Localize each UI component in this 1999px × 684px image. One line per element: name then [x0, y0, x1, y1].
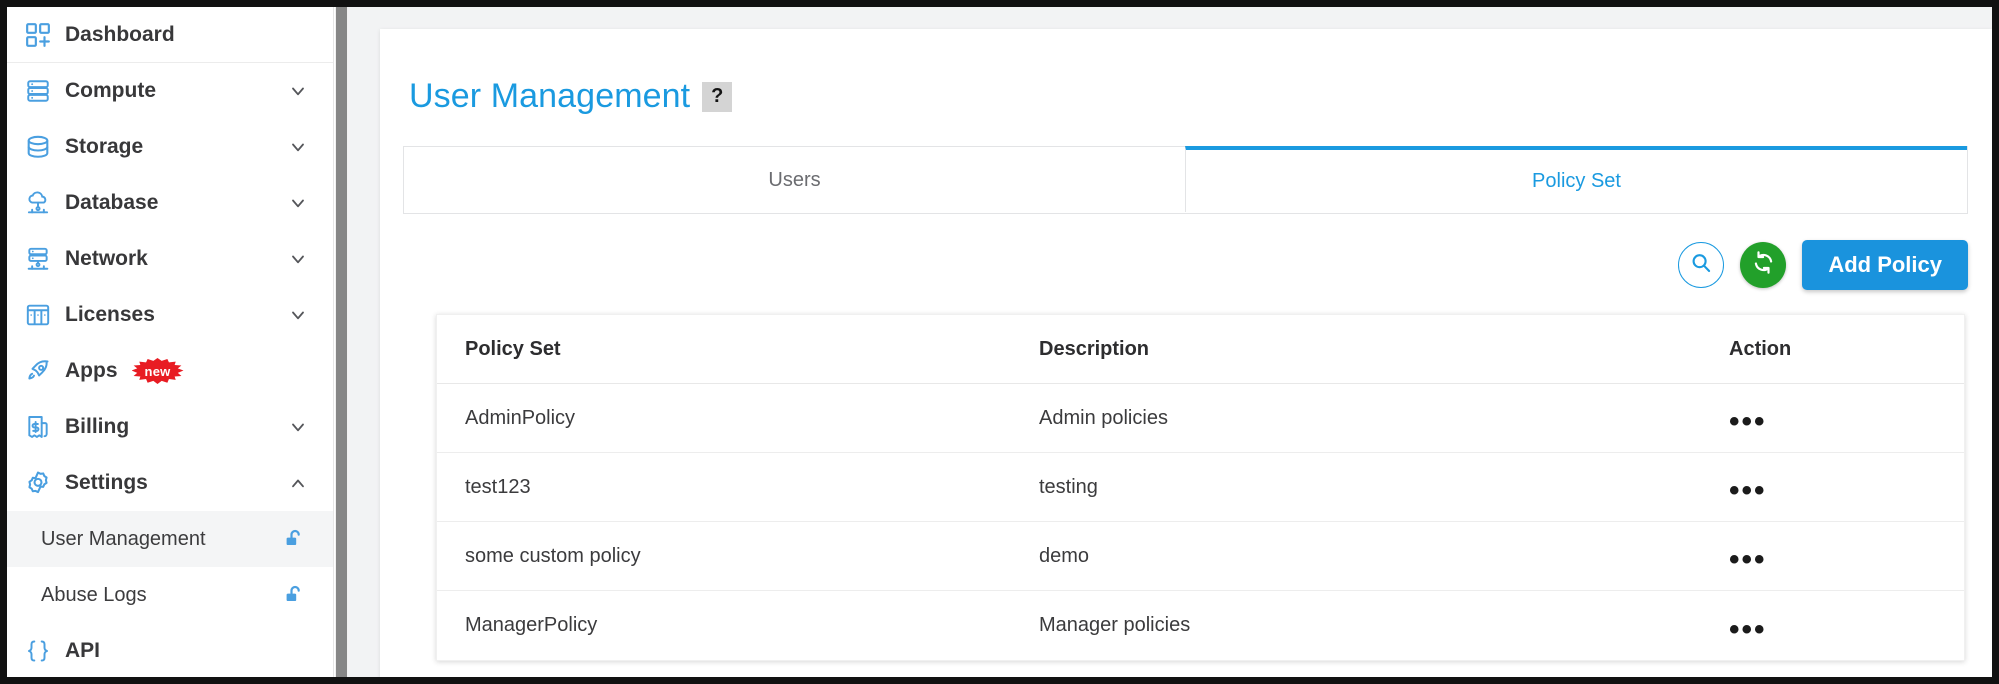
chevron-down-icon[interactable]: [287, 248, 309, 270]
badge-label: new: [144, 363, 171, 379]
sidebar-item-label: Apps: [65, 359, 118, 382]
sidebar-item-network[interactable]: Network: [7, 231, 333, 287]
cell-policy-set: test123: [465, 475, 531, 498]
cell-description: testing: [1039, 475, 1098, 498]
cell-description: demo: [1039, 544, 1090, 567]
sidebar-item-licenses[interactable]: Licenses: [7, 287, 333, 343]
refresh-icon: [1751, 250, 1776, 280]
tab-label: Policy Set: [1532, 169, 1621, 192]
cell-policy-set: AdminPolicy: [465, 406, 576, 429]
curly-braces-icon: [21, 636, 55, 666]
page-card: User Management ? Users Policy Set Add P…: [380, 29, 1992, 677]
table-row[interactable]: ManagerPolicy Manager policies •••: [437, 591, 1964, 660]
sidebar-subitem-label: Abuse Logs: [41, 583, 147, 606]
row-actions-menu-icon[interactable]: •••: [1729, 545, 1767, 575]
unlock-icon: [281, 582, 309, 608]
sidebar-subitem-label: User Management: [41, 527, 206, 550]
row-actions-menu-icon[interactable]: •••: [1729, 476, 1767, 506]
sidebar-item-user-management[interactable]: User Management: [7, 511, 333, 567]
sidebar-item-label: Storage: [65, 135, 144, 158]
policy-set-table: Policy Set Description Action AdminPolic…: [436, 314, 1965, 661]
server-stack-icon: [21, 76, 55, 106]
chevron-down-icon[interactable]: [287, 192, 309, 214]
sidebar-item-api[interactable]: API: [7, 623, 333, 677]
license-grid-icon: [21, 300, 55, 330]
billing-invoice-icon: [21, 412, 55, 442]
sidebar-item-abuse-logs[interactable]: Abuse Logs: [7, 567, 333, 623]
column-header-action: Action: [1729, 337, 1792, 360]
cell-action: •••: [1667, 614, 1964, 644]
main-content: User Management ? Users Policy Set Add P…: [348, 7, 1992, 677]
column-header-action-cell: Action: [1667, 338, 1964, 361]
dashboard-add-icon: [21, 20, 55, 50]
tab-label: Users: [768, 168, 821, 191]
page-title: User Management: [409, 77, 691, 115]
unlock-icon: [281, 526, 309, 552]
sidebar-item-label: Dashboard: [65, 22, 175, 46]
sidebar: Dashboard Compute Storage Database Netwo…: [7, 7, 334, 677]
sidebar-item-settings[interactable]: Settings: [7, 455, 333, 511]
cell-policy-set: ManagerPolicy: [465, 614, 598, 636]
help-icon[interactable]: ?: [702, 81, 733, 112]
rocket-icon: [21, 356, 55, 386]
sidebar-item-label: Network: [65, 247, 148, 270]
cell-description: Manager policies: [1039, 614, 1191, 636]
app-window: Dashboard Compute Storage Database Netwo…: [0, 0, 1999, 684]
sidebar-scrollbar-thumb[interactable]: [336, 7, 347, 677]
status-badge-new: new: [131, 358, 184, 384]
sidebar-item-database[interactable]: Database: [7, 175, 333, 231]
sidebar-item-label: Settings: [65, 471, 148, 494]
row-actions-menu-icon[interactable]: •••: [1729, 614, 1767, 644]
add-policy-label: Add Policy: [1828, 252, 1942, 277]
add-policy-button[interactable]: Add Policy: [1802, 240, 1968, 290]
tab-policy-set[interactable]: Policy Set: [1185, 146, 1967, 212]
cell-action: •••: [1667, 545, 1964, 575]
column-header-description: Description: [1039, 337, 1150, 360]
network-node-icon: [21, 244, 55, 274]
tab-bar: Users Policy Set: [403, 146, 1968, 214]
cell-action: •••: [1667, 407, 1964, 437]
search-icon: [1689, 251, 1713, 280]
sidebar-item-label: API: [65, 639, 101, 662]
page-header: User Management ?: [380, 29, 1992, 116]
refresh-button[interactable]: [1740, 242, 1787, 288]
database-cylinder-icon: [21, 132, 55, 162]
search-button[interactable]: [1678, 242, 1725, 288]
table-row[interactable]: some custom policy demo •••: [437, 522, 1964, 591]
sidebar-item-billing[interactable]: Billing: [7, 399, 333, 455]
column-header-policy-set: Policy Set: [465, 337, 561, 360]
table-row[interactable]: test123 testing •••: [437, 453, 1964, 522]
gear-icon: [21, 468, 55, 498]
sidebar-item-label: Compute: [65, 79, 156, 102]
chevron-down-icon[interactable]: [287, 136, 309, 158]
chevron-down-icon[interactable]: [287, 304, 309, 326]
chevron-down-icon[interactable]: [287, 416, 309, 438]
tab-users[interactable]: Users: [404, 147, 1185, 213]
sidebar-item-storage[interactable]: Storage: [7, 119, 333, 175]
cell-action: •••: [1667, 476, 1964, 506]
sidebar-item-compute[interactable]: Compute: [7, 63, 333, 119]
table-header-row: Policy Set Description Action: [437, 315, 1964, 384]
sidebar-item-label: Billing: [65, 415, 130, 438]
chevron-up-icon[interactable]: [287, 472, 309, 494]
sidebar-item-label: Licenses: [65, 303, 155, 326]
table-toolbar: Add Policy: [380, 214, 1992, 290]
cell-policy-set: some custom policy: [465, 544, 641, 567]
chevron-down-icon[interactable]: [287, 80, 309, 102]
table-row[interactable]: AdminPolicy Admin policies •••: [437, 384, 1964, 453]
sidebar-item-apps[interactable]: Apps new: [7, 343, 333, 399]
cloud-database-icon: [21, 188, 55, 218]
cell-description: Admin policies: [1039, 406, 1168, 429]
sidebar-item-label: Database: [65, 191, 159, 214]
sidebar-item-dashboard[interactable]: Dashboard: [7, 7, 333, 63]
row-actions-menu-icon[interactable]: •••: [1729, 407, 1767, 437]
